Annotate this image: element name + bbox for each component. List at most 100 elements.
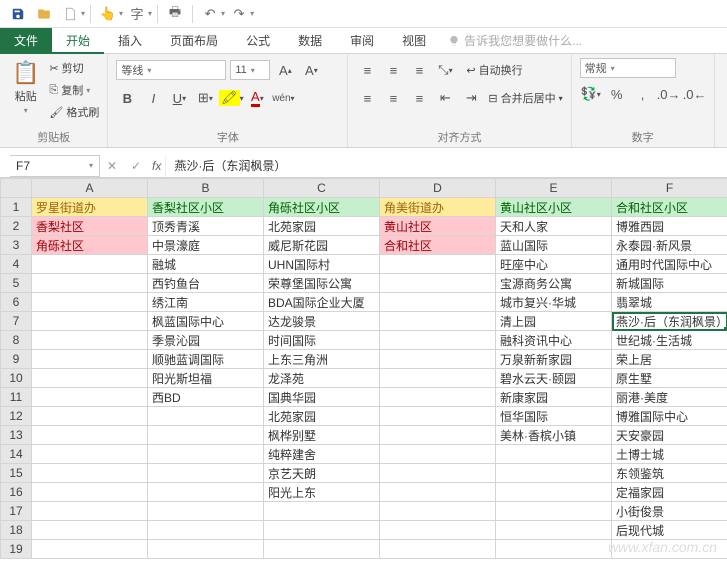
cell-F18[interactable]: 后现代城 [612, 521, 727, 540]
column-header-B[interactable]: B [148, 179, 264, 198]
row-header-1[interactable]: 1 [1, 198, 32, 217]
align-right-icon[interactable]: ≡ [408, 87, 430, 109]
cell-E16[interactable] [496, 483, 612, 502]
redo-icon[interactable]: ↷ [227, 3, 251, 25]
row-header-5[interactable]: 5 [1, 274, 32, 293]
accounting-format-icon[interactable]: 💱▾ [580, 83, 602, 105]
cell-D2[interactable]: 黄山社区 [380, 217, 496, 236]
undo-icon[interactable]: ↶ [198, 3, 222, 25]
cell-F7[interactable]: 燕沙·后（东润枫景） [612, 312, 727, 331]
cell-D11[interactable] [380, 388, 496, 407]
cell-F10[interactable]: 原生墅 [612, 369, 727, 388]
cell-F6[interactable]: 翡翠城 [612, 293, 727, 312]
cell-C14[interactable]: 纯粹建舍 [264, 445, 380, 464]
row-header-16[interactable]: 16 [1, 483, 32, 502]
touch-icon[interactable]: 👆 [96, 3, 120, 25]
column-header-D[interactable]: D [380, 179, 496, 198]
cell-D19[interactable] [380, 540, 496, 559]
tab-home[interactable]: 开始 [52, 28, 104, 54]
cell-E15[interactable] [496, 464, 612, 483]
cell-A19[interactable] [32, 540, 148, 559]
cell-B15[interactable] [148, 464, 264, 483]
cell-E7[interactable]: 清上园 [496, 312, 612, 331]
copy-button[interactable]: ⎘复制▾ [49, 80, 99, 100]
cell-A11[interactable] [32, 388, 148, 407]
cell-C1[interactable]: 角砾社区小区 [264, 198, 380, 217]
enter-formula-icon[interactable]: ✓ [124, 159, 148, 173]
print-icon[interactable]: 字 [125, 3, 149, 25]
cell-D6[interactable] [380, 293, 496, 312]
cell-C19[interactable] [264, 540, 380, 559]
paste-button[interactable]: 📋 粘贴 ▾ [8, 58, 43, 117]
column-header-A[interactable]: A [32, 179, 148, 198]
cell-E19[interactable] [496, 540, 612, 559]
cell-D8[interactable] [380, 331, 496, 350]
cell-C9[interactable]: 上东三角洲 [264, 350, 380, 369]
tab-data[interactable]: 数据 [284, 28, 336, 54]
orientation-icon[interactable]: ⤡▾ [434, 59, 456, 81]
cell-E11[interactable]: 新康家园 [496, 388, 612, 407]
column-header-C[interactable]: C [264, 179, 380, 198]
cell-B9[interactable]: 顺驰蓝调国际 [148, 350, 264, 369]
align-left-icon[interactable]: ≡ [356, 87, 378, 109]
row-header-4[interactable]: 4 [1, 255, 32, 274]
cell-F1[interactable]: 合和社区小区 [612, 198, 727, 217]
name-box[interactable]: F7 ▾ [10, 155, 100, 177]
row-header-3[interactable]: 3 [1, 236, 32, 255]
cell-E8[interactable]: 融科资讯中心 [496, 331, 612, 350]
cell-A17[interactable] [32, 502, 148, 521]
cell-C2[interactable]: 北苑家园 [264, 217, 380, 236]
cell-A6[interactable] [32, 293, 148, 312]
font-name-combo[interactable]: 等线▾ [116, 60, 226, 80]
cell-C7[interactable]: 达龙骏景 [264, 312, 380, 331]
cell-A8[interactable] [32, 331, 148, 350]
cell-E4[interactable]: 旺座中心 [496, 255, 612, 274]
row-header-9[interactable]: 9 [1, 350, 32, 369]
cell-B6[interactable]: 绣江南 [148, 293, 264, 312]
align-center-icon[interactable]: ≡ [382, 87, 404, 109]
cell-E18[interactable] [496, 521, 612, 540]
save-icon[interactable] [6, 3, 30, 25]
cell-E13[interactable]: 美林·香槟小镇 [496, 426, 612, 445]
new-icon[interactable] [58, 3, 82, 25]
formula-input[interactable]: 燕沙·后（东润枫景） [165, 155, 727, 177]
row-header-15[interactable]: 15 [1, 464, 32, 483]
phonetic-button[interactable]: wén▾ [272, 87, 294, 109]
cell-E14[interactable] [496, 445, 612, 464]
cell-B7[interactable]: 枫蓝国际中心 [148, 312, 264, 331]
cell-A15[interactable] [32, 464, 148, 483]
cell-B8[interactable]: 季景沁园 [148, 331, 264, 350]
cell-D10[interactable] [380, 369, 496, 388]
cell-D7[interactable] [380, 312, 496, 331]
cell-D4[interactable] [380, 255, 496, 274]
tab-insert[interactable]: 插入 [104, 28, 156, 54]
quick-print-icon[interactable]: 🖶 [163, 3, 187, 25]
cell-B10[interactable]: 阳光斯坦福 [148, 369, 264, 388]
tab-file[interactable]: 文件 [0, 28, 52, 54]
select-all-corner[interactable] [1, 179, 32, 198]
cell-A4[interactable] [32, 255, 148, 274]
cell-D5[interactable] [380, 274, 496, 293]
cell-B13[interactable] [148, 426, 264, 445]
chevron-down-icon[interactable]: ▾ [250, 9, 254, 18]
cell-E6[interactable]: 城市复兴·华城 [496, 293, 612, 312]
comma-format-icon[interactable]: , [632, 83, 654, 105]
row-header-13[interactable]: 13 [1, 426, 32, 445]
cell-B18[interactable] [148, 521, 264, 540]
cell-C18[interactable] [264, 521, 380, 540]
align-top-icon[interactable]: ≡ [356, 59, 378, 81]
cell-C13[interactable]: 枫桦别墅 [264, 426, 380, 445]
cell-B16[interactable] [148, 483, 264, 502]
tab-layout[interactable]: 页面布局 [156, 28, 232, 54]
decrease-decimal-icon[interactable]: .0← [684, 83, 706, 105]
row-header-17[interactable]: 17 [1, 502, 32, 521]
cell-A2[interactable]: 香梨社区 [32, 217, 148, 236]
font-size-combo[interactable]: 11▾ [230, 60, 270, 80]
cell-A5[interactable] [32, 274, 148, 293]
cell-C5[interactable]: 荣尊堡国际公寓 [264, 274, 380, 293]
italic-button[interactable]: I [142, 87, 164, 109]
cell-D14[interactable] [380, 445, 496, 464]
chevron-down-icon[interactable]: ▾ [119, 9, 123, 18]
chevron-down-icon[interactable]: ▾ [81, 9, 85, 18]
column-header-F[interactable]: F [612, 179, 727, 198]
